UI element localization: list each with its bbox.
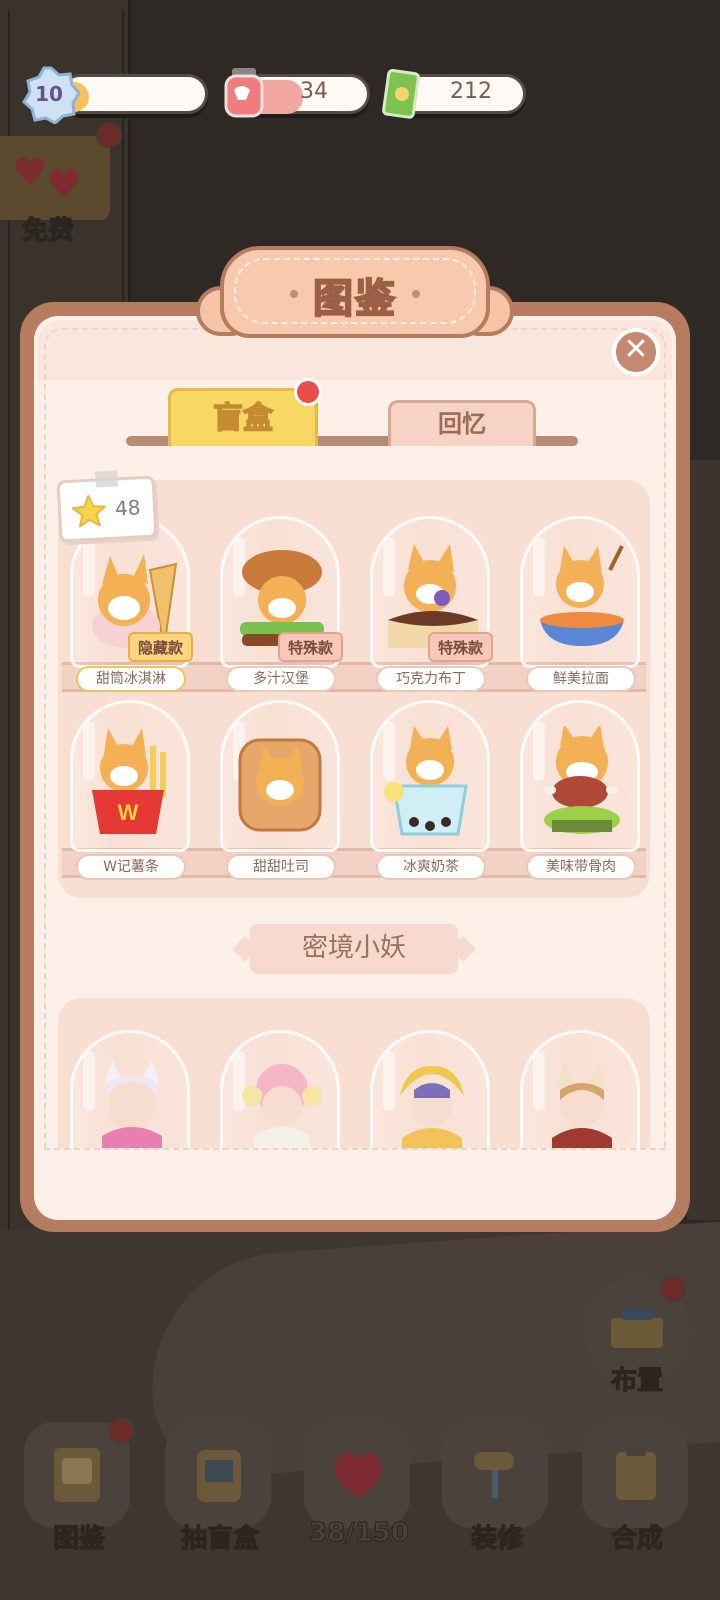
nav-label: 装修: [470, 1524, 523, 1555]
tab-memories[interactable]: 回忆: [388, 400, 536, 446]
panel-title: 图鉴: [312, 275, 397, 323]
item-name-tag: 甜筒冰淇淋: [76, 666, 186, 692]
rarity-badge: 特殊款: [428, 632, 494, 662]
star-icon: [71, 494, 106, 528]
heart-icon: ♥: [12, 150, 48, 196]
close-icon: ✕: [623, 332, 649, 367]
nav-label: 合成: [610, 1524, 663, 1555]
tape-decoration: [95, 470, 118, 488]
arrange-notification-dot: [660, 1276, 686, 1302]
heart-icon: [334, 1452, 382, 1498]
free-gift-label: 免费: [21, 216, 75, 247]
cat-spirit-figure[interactable]: [534, 1056, 630, 1148]
milk-tea-corgi-figure[interactable]: [380, 726, 484, 846]
svg-text:W: W: [118, 800, 139, 825]
energy-bottle-icon: [224, 68, 264, 118]
gacha-machine-icon: [197, 1450, 241, 1502]
free-gift-button[interactable]: ♥ ♥ 免费: [0, 136, 112, 247]
fries-corgi-figure[interactable]: W: [80, 726, 184, 846]
background-shelf: [685, 460, 720, 1220]
ramen-corgi-figure[interactable]: [530, 540, 634, 660]
star-count-card: 48: [56, 470, 158, 543]
item-name-tag: W记薯条: [76, 854, 186, 880]
sheep-spirit-figure[interactable]: [234, 1056, 330, 1148]
close-button[interactable]: ✕: [612, 328, 660, 376]
arrange-label: 布置: [610, 1366, 663, 1397]
collection-scroll-area[interactable]: 隐藏款 甜筒冰淇淋 特殊款 多汁汉堡 特殊款 巧克力布丁 鲜美拉面 W W记薯条…: [44, 460, 666, 1148]
toolbox-icon: [611, 1308, 663, 1348]
book-icon: [54, 1448, 100, 1502]
nav-hearts-count: 38/150: [309, 1518, 410, 1549]
rarity-badge: 特殊款: [278, 632, 344, 662]
panel-footer: [36, 1148, 674, 1220]
item-name-tag: 冰爽奶茶: [376, 854, 486, 880]
section-title: 密境小妖: [250, 924, 458, 974]
tab-notification-dot: [294, 378, 322, 406]
item-name-tag: 多汁汉堡: [226, 666, 336, 692]
nav-merge[interactable]: 合成: [582, 1422, 692, 1592]
nav-collection-notification-dot: [108, 1418, 134, 1444]
item-name-tag: 甜甜吐司: [226, 854, 336, 880]
golden-spirit-figure[interactable]: [384, 1056, 480, 1148]
nav-label: 图鉴: [52, 1524, 105, 1555]
heart-icon: ♥: [46, 162, 82, 208]
clipboard-icon: [616, 1446, 656, 1500]
nav-collection[interactable]: 图鉴: [24, 1422, 134, 1592]
nav-decorate[interactable]: 装修: [442, 1422, 552, 1592]
fox-spirit-figure[interactable]: [84, 1056, 180, 1148]
meat-corgi-figure[interactable]: [530, 726, 634, 846]
item-name-tag: 美味带骨肉: [526, 854, 636, 880]
nav-label: 抽盲盒: [180, 1524, 259, 1555]
nav-hearts[interactable]: 38/150: [304, 1422, 414, 1592]
level-value: 10: [35, 82, 63, 106]
nav-gacha[interactable]: 抽盲盒: [165, 1422, 275, 1592]
paint-roller-icon: [474, 1452, 514, 1498]
star-count: 48: [114, 495, 142, 521]
toast-corgi-figure[interactable]: [230, 726, 334, 846]
free-gift-notification-dot: [96, 122, 122, 148]
energy-value: 34: [300, 79, 328, 104]
item-name-tag: 鲜美拉面: [526, 666, 636, 692]
item-name-tag: 巧克力布丁: [376, 666, 486, 692]
cash-value: 212: [450, 79, 492, 104]
rarity-badge: 隐藏款: [128, 632, 194, 662]
